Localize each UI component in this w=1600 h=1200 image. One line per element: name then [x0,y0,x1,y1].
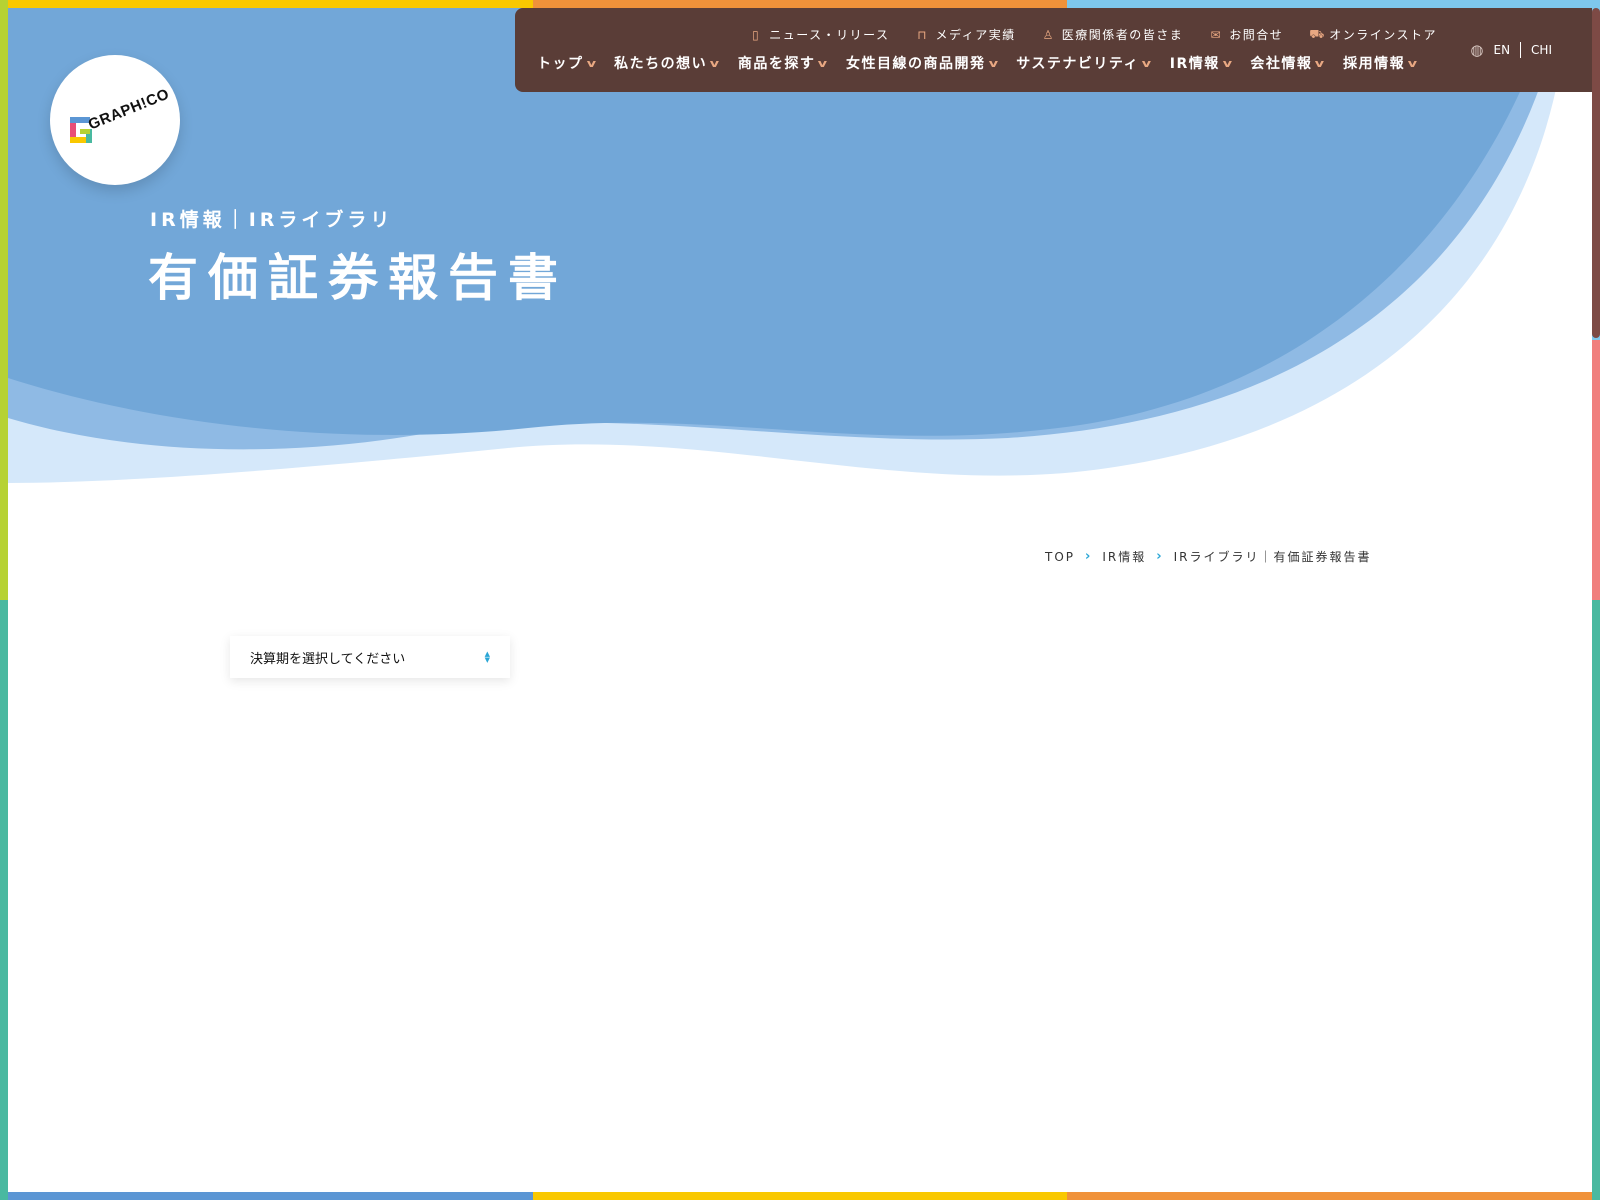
nav-item-sustainability[interactable]: サステナビリティ v [1016,53,1152,73]
scrollbar-thumb[interactable] [1592,8,1600,338]
language-switcher: ◍ EN CHI [1470,41,1552,59]
util-link-label: ニュース・リリース [769,28,890,42]
select-label: 決算期を選択してください [250,651,406,667]
util-link-medical[interactable]: ♙ 医療関係者の皆さま [1042,26,1184,43]
cart-icon: ⛟ [1309,26,1326,41]
nav-item-label: 女性目線の商品開発 [846,56,986,72]
util-link-label: オンラインストア [1329,28,1437,42]
globe-icon: ◍ [1470,41,1484,59]
frame-right-border-bottom [1592,600,1600,1200]
person-icon: ♙ [1042,27,1055,42]
nav-item-recruit[interactable]: 採用情報 v [1343,53,1418,73]
util-link-store[interactable]: ⛟ オンラインストア [1309,26,1437,43]
breadcrumb-ir-link[interactable]: IR情報 [1102,548,1146,565]
global-navbar: ▯ ニュース・リリース ⊓ メディア実績 ♙ 医療関係者の皆さま ✉ お問合せ … [515,8,1592,92]
nav-item-label: トップ [537,56,584,72]
hero-subtitle: IR情報｜IRライブラリ [150,209,394,231]
chevron-down-icon: v [586,56,598,70]
chevron-right-icon: › [1085,549,1093,564]
util-link-label: メディア実績 [935,28,1016,42]
sort-arrows-icon: ▲ ▼ [484,650,490,664]
nav-item-label: 商品を探す [737,56,816,72]
nav-item-ir[interactable]: IR情報 v [1170,53,1233,73]
chevron-down-icon: v [1141,56,1154,70]
chevron-down-icon: v [1222,56,1234,70]
chevron-down-icon: v [709,56,722,70]
nav-item-development[interactable]: 女性目線の商品開発 v [846,53,998,73]
document-icon: ▯ [752,27,761,42]
frame-left-border-top [0,0,8,600]
breadcrumb-top-link[interactable]: TOP [1045,550,1075,564]
nav-item-label: 会社情報 [1250,56,1313,72]
nav-item-label: サステナビリティ [1016,56,1140,72]
util-link-contact[interactable]: ✉ お問合せ [1209,26,1283,43]
chevron-down-icon: v [988,56,1000,70]
page-title: 有価証券報告書 [148,249,568,307]
nav-item-label: 私たちの想い [614,56,708,72]
mail-icon: ✉ [1210,27,1222,42]
nav-item-label: IR情報 [1169,56,1220,72]
nav-item-company[interactable]: 会社情報 v [1250,53,1325,73]
frame-top-border [0,0,1600,8]
util-link-label: 医療関係者の皆さま [1061,28,1184,42]
lang-en-link[interactable]: EN [1493,43,1510,57]
util-link-media[interactable]: ⊓ メディア実績 [916,26,1016,43]
util-link-label: お問合せ [1229,28,1284,42]
chevron-down-icon: v [1315,56,1327,70]
nav-item-philosophy[interactable]: 私たちの想い v [614,53,720,73]
frame-right-border-mid [1592,340,1600,600]
site-logo[interactable]: GRAPH!CO [50,55,180,185]
frame-bottom-border [0,1192,1600,1200]
breadcrumb: TOP › IR情報 › IRライブラリ｜有価証券報告書 [1045,548,1372,565]
frame-left-border-bottom [0,600,8,1200]
nav-item-products[interactable]: 商品を探す v [738,53,828,73]
fiscal-period-select[interactable]: 決算期を選択してください ▲ ▼ [230,636,510,678]
main-nav: トップ v 私たちの想い v 商品を探す v 女性目線の商品開発 v サステナビ… [537,53,1418,73]
chevron-down-icon: v [818,56,830,70]
chevron-down-icon: v [1407,56,1420,70]
breadcrumb-current: IRライブラリ｜有価証券報告書 [1173,550,1372,564]
logo-text: GRAPH!CO [85,85,172,134]
book-icon: ⊓ [917,27,928,42]
nav-item-top[interactable]: トップ v [537,53,596,73]
lang-divider [1520,42,1522,58]
util-link-news[interactable]: ▯ ニュース・リリース [749,26,889,43]
utility-nav: ▯ ニュース・リリース ⊓ メディア実績 ♙ 医療関係者の皆さま ✉ お問合せ … [749,26,1437,43]
chevron-right-icon: › [1156,549,1164,564]
lang-chi-link[interactable]: CHI [1531,43,1552,57]
nav-item-label: 採用情報 [1343,56,1406,72]
